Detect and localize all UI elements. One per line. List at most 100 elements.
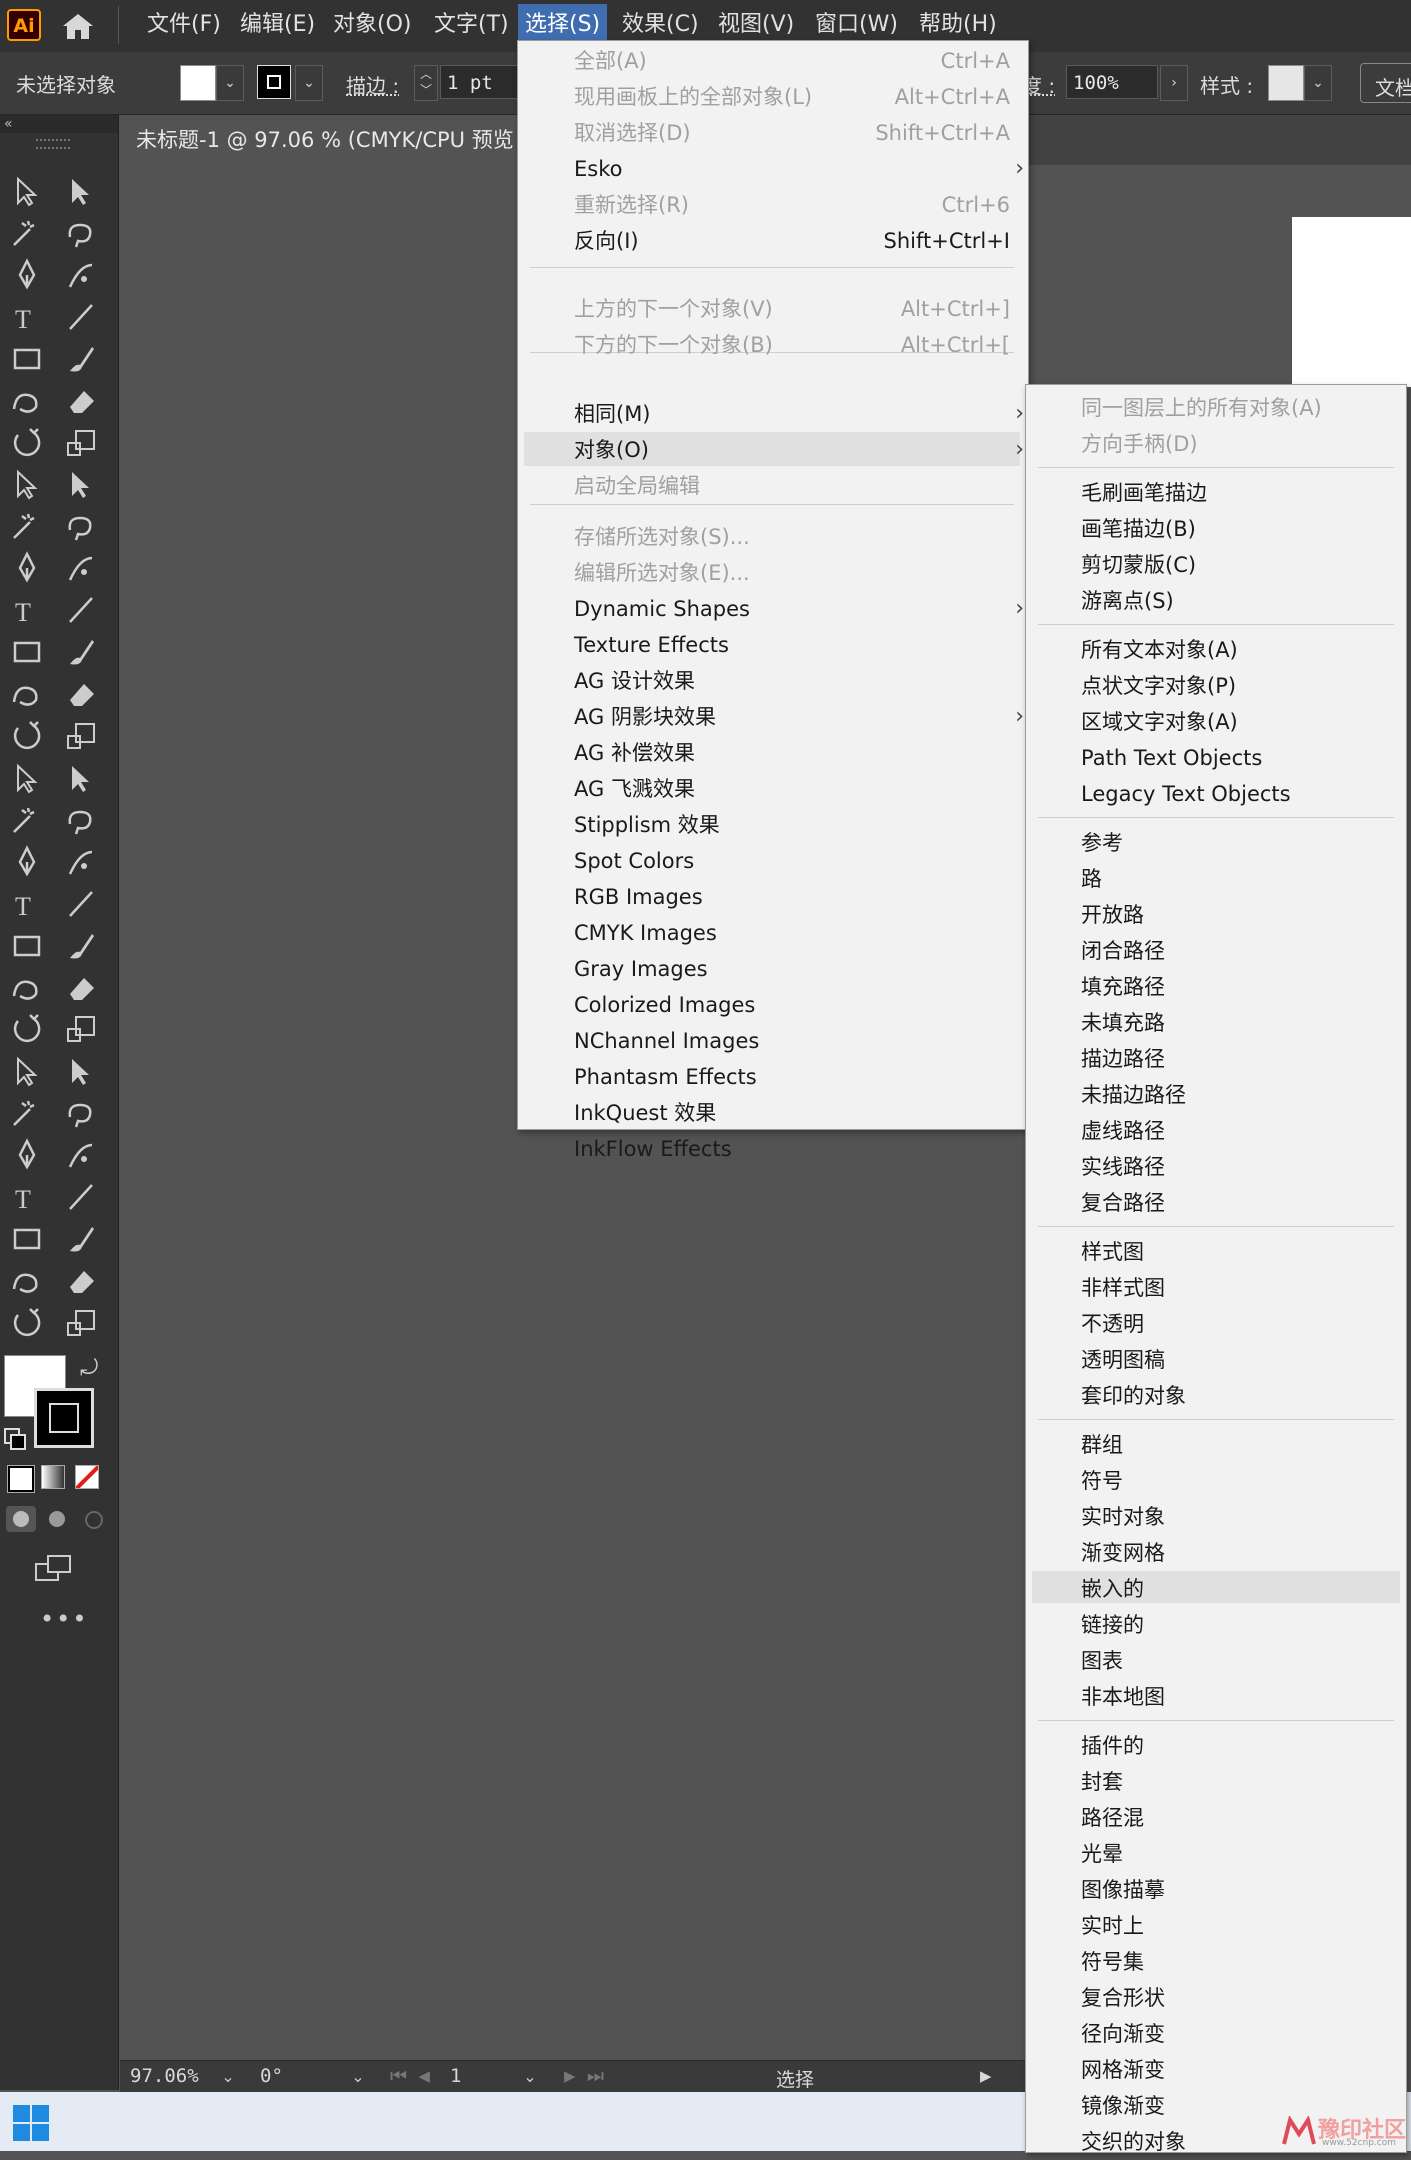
- fill-dropdown[interactable]: ⌄: [216, 65, 244, 101]
- status-arrow-icon[interactable]: ▶: [980, 2065, 991, 2087]
- object-submenu-item[interactable]: 符号集: [1081, 1944, 1391, 1980]
- plugin-tool-s-icon[interactable]: [8, 1053, 46, 1089]
- rectangle-tool-icon[interactable]: [8, 341, 46, 377]
- select-menu-item[interactable]: AG 设计效果: [574, 663, 1010, 699]
- plugin-tool-q-icon[interactable]: [8, 1011, 46, 1047]
- artboard-tool-icon[interactable]: [8, 1263, 46, 1299]
- plugin-tool-e-icon[interactable]: [8, 760, 46, 796]
- object-submenu-item[interactable]: 非样式图: [1081, 1270, 1391, 1306]
- edit-toolbar-icon[interactable]: •••: [40, 1605, 88, 1633]
- draw-inside-icon[interactable]: [78, 1506, 108, 1532]
- artboard-first-prev-icons[interactable]: ⏮ ◀: [390, 2065, 430, 2087]
- object-submenu-item[interactable]: 描边路径: [1081, 1041, 1391, 1077]
- stroke-label[interactable]: 描边 :: [346, 70, 399, 99]
- plugin-tool-w-icon[interactable]: [8, 1137, 46, 1173]
- object-submenu-item[interactable]: 链接的: [1081, 1607, 1391, 1643]
- select-menu-item[interactable]: Esko ›: [574, 151, 1024, 187]
- object-submenu-item[interactable]: 图像描摹: [1081, 1872, 1391, 1908]
- select-menu-item[interactable]: 相同(M) ›: [574, 396, 1024, 432]
- width-tool-icon[interactable]: [8, 1221, 46, 1257]
- select-menu-item[interactable]: AG 飞溅效果: [574, 771, 1010, 807]
- select-menu-item[interactable]: CMYK Images: [574, 915, 1010, 951]
- collapse-panel-icon[interactable]: «: [0, 115, 118, 133]
- object-submenu-item[interactable]: 图表: [1081, 1643, 1391, 1679]
- plugin-tool-t-icon[interactable]: [62, 1053, 100, 1089]
- plugin-tool-u-icon[interactable]: [8, 1095, 46, 1131]
- grip-icon[interactable]: [36, 139, 70, 149]
- select-menu-item[interactable]: AG 阴影块效果 ›: [574, 699, 1024, 735]
- select-menu-item[interactable]: Gray Images: [574, 951, 1010, 987]
- object-submenu-item[interactable]: 所有文本对象(A): [1081, 632, 1391, 668]
- object-submenu-item[interactable]: 套印的对象: [1081, 1378, 1391, 1414]
- object-submenu-item[interactable]: 实时对象: [1081, 1499, 1391, 1535]
- plugin-tool-c-icon[interactable]: [8, 718, 46, 754]
- object-submenu-item[interactable]: 参考: [1081, 825, 1391, 861]
- object-submenu-item[interactable]: 网格渐变: [1081, 2052, 1391, 2088]
- plugin-tool-o-icon[interactable]: [8, 970, 46, 1006]
- opacity-input[interactable]: 100%: [1066, 65, 1158, 99]
- object-submenu-item[interactable]: 剪切蒙版(C): [1081, 547, 1391, 583]
- object-submenu-item[interactable]: 嵌入的: [1081, 1571, 1391, 1607]
- object-submenu-item[interactable]: 复合路径: [1081, 1185, 1391, 1221]
- stroke-color-swatch[interactable]: [34, 1388, 94, 1448]
- object-submenu-item[interactable]: 未填充路: [1081, 1005, 1391, 1041]
- plugin-tool-i-icon[interactable]: [8, 844, 46, 880]
- plugin-tool-l-icon[interactable]: [62, 886, 100, 922]
- shaper-tool-icon[interactable]: [8, 383, 46, 419]
- stroke-swatch[interactable]: [257, 65, 291, 99]
- pen-tool-icon[interactable]: [8, 257, 46, 293]
- swap-colors-icon[interactable]: ⤾: [80, 1356, 98, 1381]
- symbol-sprayer-tool-icon[interactable]: [8, 634, 46, 670]
- select-menu-item[interactable]: Spot Colors: [574, 843, 1010, 879]
- blend-tool-icon[interactable]: [62, 592, 100, 628]
- object-submenu-item[interactable]: 未描边路径: [1081, 1077, 1391, 1113]
- object-submenu-item[interactable]: 实时上: [1081, 1908, 1391, 1944]
- color-mode-icon[interactable]: [7, 1465, 35, 1493]
- artboard-number[interactable]: 1: [450, 2065, 461, 2087]
- artboard[interactable]: [1292, 217, 1411, 387]
- select-menu-item[interactable]: AG 补偿效果: [574, 735, 1010, 771]
- object-submenu-item[interactable]: 路: [1081, 861, 1391, 897]
- selection-tool-icon[interactable]: [8, 173, 46, 209]
- default-colors-icon[interactable]: [4, 1428, 26, 1450]
- magic-wand-tool-icon[interactable]: [8, 215, 46, 251]
- object-submenu-item[interactable]: 封套: [1081, 1764, 1391, 1800]
- shape-builder-tool-icon[interactable]: [8, 508, 46, 544]
- select-menu-item[interactable]: InkFlow Effects: [574, 1131, 1010, 1167]
- warp-tool-icon[interactable]: [8, 466, 46, 502]
- plugin-tool-h-icon[interactable]: [62, 802, 100, 838]
- object-submenu-item[interactable]: 样式图: [1081, 1234, 1391, 1270]
- plugin-tool-x-icon[interactable]: [62, 1137, 100, 1173]
- plugin-tool-y-icon[interactable]: T: [8, 1179, 46, 1215]
- object-submenu-item[interactable]: 游离点(S): [1081, 583, 1391, 619]
- object-submenu-item[interactable]: 透明图稿: [1081, 1342, 1391, 1378]
- object-submenu-item[interactable]: 虚线路径: [1081, 1113, 1391, 1149]
- plugin-tool-m-icon[interactable]: [8, 928, 46, 964]
- document-tab[interactable]: 未标题-1 @ 97.06 % (CMYK/CPU 预览: [120, 115, 520, 165]
- object-submenu-item[interactable]: 区域文字对象(A): [1081, 704, 1391, 740]
- plugin-tool-p-icon[interactable]: [62, 970, 100, 1006]
- style-swatch[interactable]: [1268, 65, 1304, 101]
- object-submenu-item[interactable]: 渐变网格: [1081, 1535, 1391, 1571]
- plugin-tool-k-icon[interactable]: T: [8, 886, 46, 922]
- object-submenu-item[interactable]: 实线路径: [1081, 1149, 1391, 1185]
- type-tool-icon[interactable]: T: [8, 299, 46, 335]
- knife-tool-icon[interactable]: [62, 1221, 100, 1257]
- draw-behind-icon[interactable]: [42, 1506, 72, 1532]
- object-submenu-item[interactable]: 光晕: [1081, 1836, 1391, 1872]
- rotation-dropdown[interactable]: ⌄: [346, 2063, 370, 2091]
- eyedropper-tool-icon[interactable]: T: [8, 592, 46, 628]
- menu-file[interactable]: 文件(F): [140, 0, 228, 50]
- zoom-dropdown[interactable]: ⌄: [216, 2063, 240, 2091]
- home-icon[interactable]: [58, 10, 98, 42]
- column-graph-tool-icon[interactable]: [62, 634, 100, 670]
- scale-tool-icon[interactable]: [62, 425, 100, 461]
- plugin-tool-d-icon[interactable]: [62, 718, 100, 754]
- object-submenu-item[interactable]: 毛刷画笔描边: [1081, 475, 1391, 511]
- object-submenu-item[interactable]: 填充路径: [1081, 969, 1391, 1005]
- object-submenu-item[interactable]: 不透明: [1081, 1306, 1391, 1342]
- fill-swatch[interactable]: [180, 65, 216, 101]
- object-submenu-item[interactable]: 画笔描边(B): [1081, 511, 1391, 547]
- line-segment-tool-icon[interactable]: [62, 299, 100, 335]
- plugin-tool-f-icon[interactable]: [62, 760, 100, 796]
